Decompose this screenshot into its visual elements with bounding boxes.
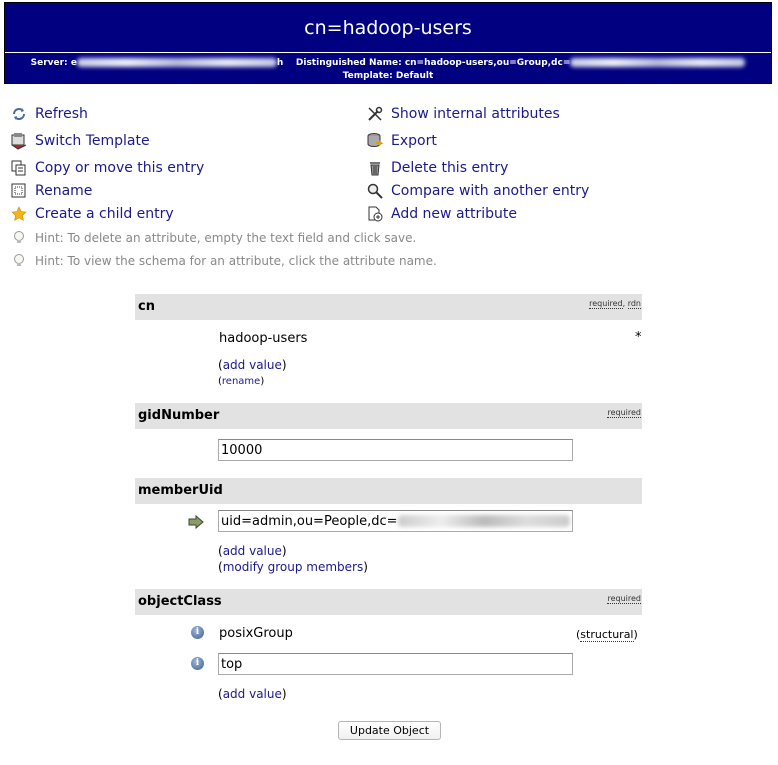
cn-rename-link[interactable]: (rename) <box>218 376 264 387</box>
objectclass-input-top[interactable] <box>218 653 573 675</box>
page-title: cn=hadoop-users <box>304 17 472 39</box>
attr-header-gidnumber: gidNumber required <box>135 403 642 429</box>
server-value-end: h <box>276 58 284 68</box>
memberuid-add-value-link[interactable]: (add value) <box>218 544 287 558</box>
flag-required: required <box>607 408 641 418</box>
trash-icon <box>366 159 384 177</box>
rename-label: Rename <box>35 183 93 199</box>
info-icon[interactable]: i <box>191 626 204 639</box>
delete-entry-label: Delete this entry <box>391 160 509 176</box>
cn-add-value-link[interactable]: (add value) <box>218 358 287 372</box>
info-icon[interactable]: i <box>191 657 204 670</box>
memberuid-value: uid=admin,ou=People,dc= <box>221 513 398 529</box>
modify-group-members-link[interactable]: (modify group members) <box>218 560 368 574</box>
update-object-button[interactable]: Update Object <box>338 721 441 740</box>
switch-template-icon <box>10 132 28 150</box>
add-attribute-label: Add new attribute <box>391 206 518 222</box>
export-link[interactable]: Export <box>366 131 437 151</box>
server-label: Server: <box>30 58 68 68</box>
copy-icon <box>10 159 28 177</box>
hint-delete: Hint: To delete an attribute, empty the … <box>10 229 416 247</box>
hint-schema: Hint: To view the schema for an attribut… <box>10 252 437 270</box>
redacted-memberuid <box>397 515 570 527</box>
gidnumber-input[interactable] <box>218 439 573 461</box>
refresh-label: Refresh <box>35 106 88 122</box>
page-header: cn=hadoop-users Server: eh Distinguished… <box>4 2 772 84</box>
show-internal-link[interactable]: Show internal attributes <box>366 104 560 124</box>
magnifier-icon <box>366 182 384 200</box>
rename-icon <box>10 182 28 200</box>
template-value: Default <box>395 71 434 81</box>
create-child-link[interactable]: Create a child entry <box>10 204 174 224</box>
compare-link[interactable]: Compare with another entry <box>366 181 589 201</box>
attr-flags-gidnumber: required <box>607 408 641 418</box>
cn-add-value-label: add value <box>222 358 282 372</box>
arrow-right-icon[interactable] <box>188 514 204 533</box>
modify-group-members-label: modify group members <box>222 560 364 574</box>
attr-name-objectclass[interactable]: objectClass <box>138 594 222 609</box>
delete-entry-link[interactable]: Delete this entry <box>366 158 508 178</box>
objectclass-add-value-label: add value <box>222 687 282 701</box>
attr-header-cn: cn required, rdn <box>135 294 642 320</box>
attr-header-objectclass: objectClass required <box>135 589 642 615</box>
flag-required: required <box>589 299 623 309</box>
export-label: Export <box>391 133 437 149</box>
attr-name-gidnumber[interactable]: gidNumber <box>138 408 219 423</box>
hint-schema-text: Hint: To view the schema for an attribut… <box>35 254 437 268</box>
cn-rename-label: rename <box>221 376 261 387</box>
attr-header-memberuid: memberUid <box>135 478 642 504</box>
attr-name-memberuid[interactable]: memberUid <box>138 483 223 498</box>
switch-template-link[interactable]: Switch Template <box>10 131 150 151</box>
create-child-label: Create a child entry <box>35 206 174 222</box>
export-icon <box>366 132 384 150</box>
header-info-line1: Server: eh Distinguished Name: cn=hadoop… <box>5 57 771 70</box>
flag-rdn: rdn <box>627 299 641 309</box>
compare-label: Compare with another entry <box>391 183 590 199</box>
template-label: Template: <box>342 71 393 81</box>
star-icon <box>10 205 28 223</box>
show-internal-label: Show internal attributes <box>391 106 560 122</box>
objectclass-value-posixgroup: posixGroup <box>216 624 571 644</box>
tools-icon <box>366 105 384 123</box>
copy-move-link[interactable]: Copy or move this entry <box>10 158 204 178</box>
rename-link[interactable]: Rename <box>10 181 92 201</box>
dn-label: Distinguished Name: <box>295 58 402 68</box>
cn-value: hadoop-users <box>216 329 571 349</box>
redacted-server <box>76 58 277 67</box>
memberuid-add-value-label: add value <box>222 544 282 558</box>
header-info-line2: Template: Default <box>5 70 771 83</box>
refresh-icon <box>10 105 28 123</box>
copy-move-label: Copy or move this entry <box>35 160 205 176</box>
switch-template-label: Switch Template <box>35 133 150 149</box>
structural-label: (structural) <box>576 628 638 642</box>
memberuid-input[interactable]: uid=admin,ou=People,dc= <box>218 510 573 532</box>
attr-name-cn[interactable]: cn <box>138 299 155 314</box>
hint-delete-text: Hint: To delete an attribute, empty the … <box>35 231 417 245</box>
lightbulb-icon <box>10 229 28 247</box>
attr-flags-objectclass: required <box>607 594 641 604</box>
flag-required: required <box>607 594 641 604</box>
refresh-link[interactable]: Refresh <box>10 104 88 124</box>
lightbulb-icon <box>10 252 28 270</box>
header-divider <box>5 52 771 53</box>
dn-value: cn=hadoop-users,ou=Group,dc= <box>404 58 571 68</box>
header-info: Server: eh Distinguished Name: cn=hadoop… <box>5 57 771 83</box>
attr-flags-cn: required, rdn <box>589 299 641 309</box>
add-attribute-link[interactable]: Add new attribute <box>366 204 517 224</box>
rdn-marker: * <box>635 330 642 345</box>
structural-link[interactable]: structural <box>580 628 634 642</box>
redacted-dn <box>570 58 746 67</box>
add-attribute-icon <box>366 205 384 223</box>
objectclass-add-value-link[interactable]: (add value) <box>218 687 287 701</box>
